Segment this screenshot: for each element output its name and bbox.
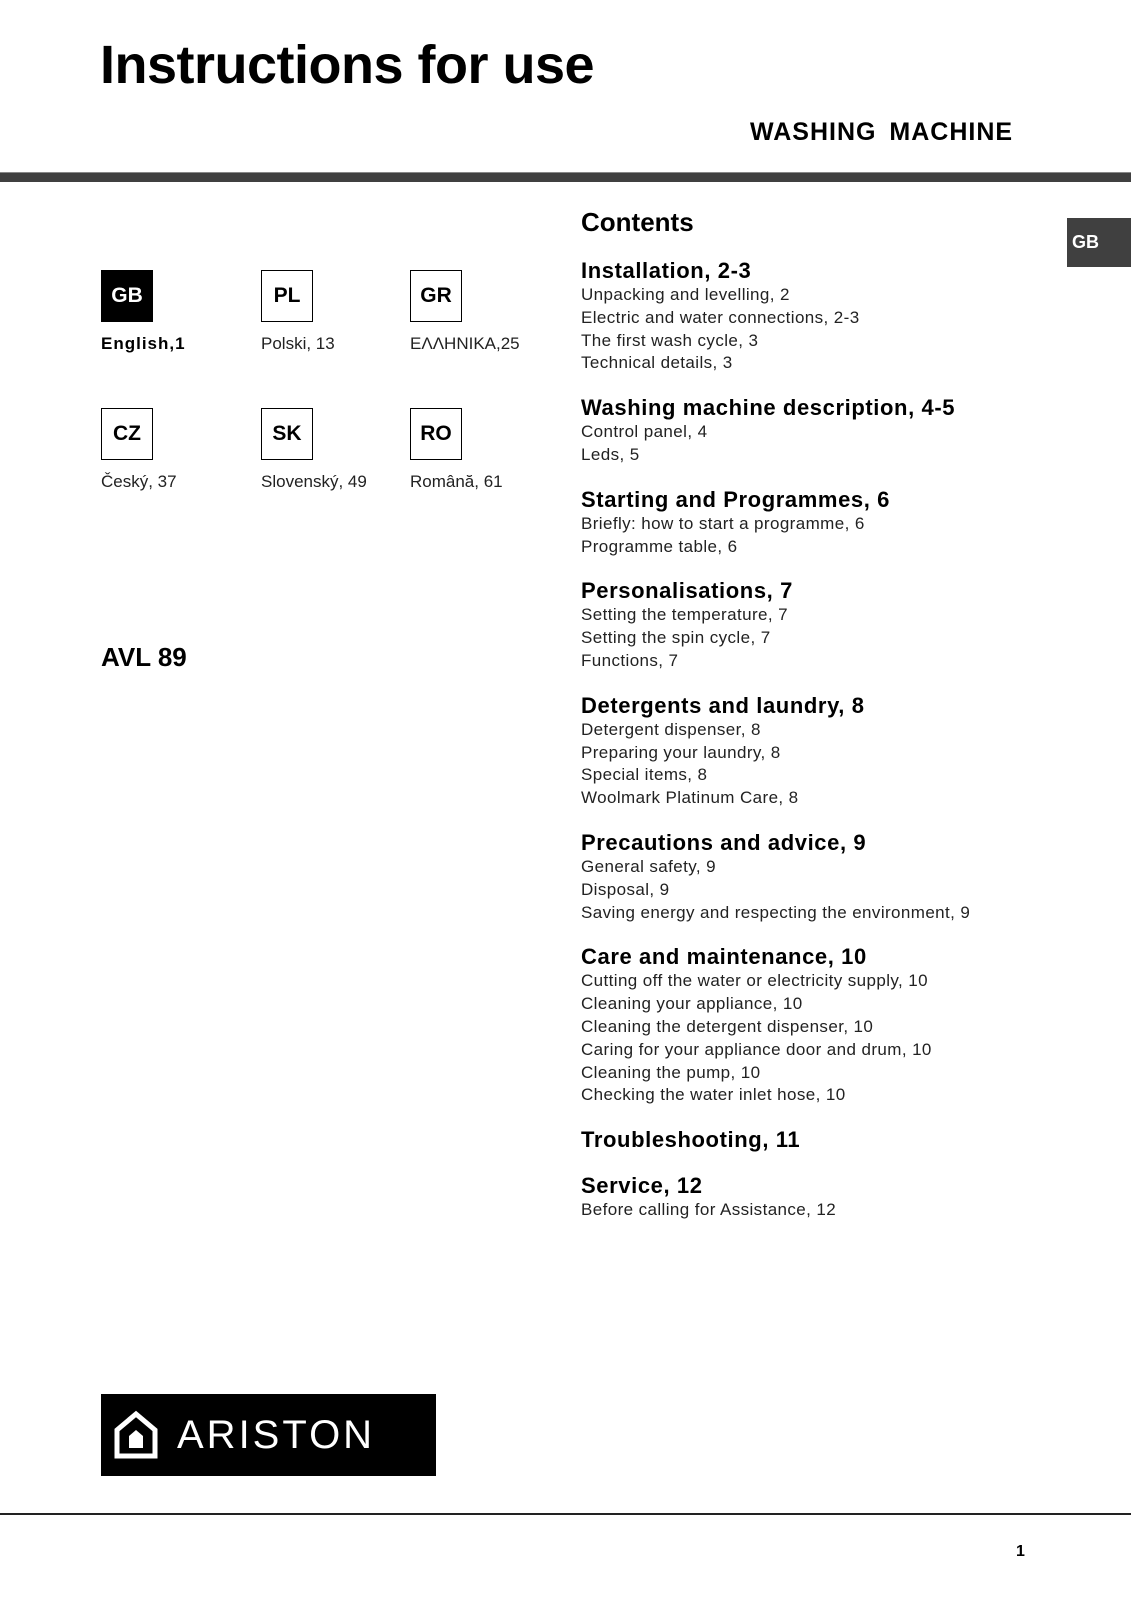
- toc-section-heading[interactable]: Installation, 2-3: [581, 258, 1041, 284]
- toc-item[interactable]: Cleaning the pump, 10: [581, 1062, 1041, 1085]
- language-pl[interactable]: PL Polski, 13: [261, 270, 401, 354]
- toc-section-heading[interactable]: Care and maintenance, 10: [581, 944, 1041, 970]
- model-number: AVL 89: [101, 642, 187, 672]
- toc-section-heading[interactable]: Troubleshooting, 11: [581, 1127, 1041, 1153]
- toc-item[interactable]: Saving energy and respecting the environ…: [581, 902, 1041, 925]
- toc-item[interactable]: Cleaning your appliance, 10: [581, 993, 1041, 1016]
- product-type: WASHING MACHINE: [750, 118, 1014, 146]
- footer-divider: [0, 1513, 1131, 1515]
- toc-item[interactable]: The first wash cycle, 3: [581, 330, 1041, 353]
- toc-section-heading[interactable]: Starting and Programmes, 6: [581, 487, 1041, 513]
- toc-item[interactable]: Briefly: how to start a programme, 6: [581, 513, 1041, 536]
- toc-item[interactable]: Unpacking and levelling, 2: [581, 284, 1041, 307]
- toc-item[interactable]: Before calling for Assistance, 12: [581, 1199, 1041, 1222]
- toc-item[interactable]: Control panel, 4: [581, 421, 1041, 444]
- toc-section: Precautions and advice, 9 General safety,…: [581, 830, 1041, 924]
- language-sk[interactable]: SK Slovenský, 49: [261, 408, 401, 492]
- toc-item[interactable]: Special items, 8: [581, 764, 1041, 787]
- toc-section: Troubleshooting, 11: [581, 1127, 1041, 1153]
- language-label: Český, 37: [101, 472, 177, 491]
- toc-section-heading[interactable]: Service, 12: [581, 1173, 1041, 1199]
- language-label: English,1: [101, 334, 186, 353]
- language-code-box[interactable]: SK: [261, 408, 313, 460]
- language-code-box[interactable]: CZ: [101, 408, 153, 460]
- toc-item[interactable]: Preparing your laundry, 8: [581, 742, 1041, 765]
- toc-section: Installation, 2-3 Unpacking and levelling…: [581, 258, 1041, 375]
- toc-item[interactable]: Woolmark Platinum Care, 8: [581, 787, 1041, 810]
- toc-section-heading[interactable]: Precautions and advice, 9: [581, 830, 1041, 856]
- table-of-contents: Installation, 2-3 Unpacking and levelling…: [581, 258, 1041, 1242]
- language-ro[interactable]: RO Română, 61: [410, 408, 550, 492]
- language-label: Slovenský, 49: [261, 472, 367, 491]
- toc-section: Detergents and laundry, 8 Detergent dispe…: [581, 693, 1041, 810]
- toc-item[interactable]: Technical details, 3: [581, 352, 1041, 375]
- toc-section: Washing machine description, 4-5 Control …: [581, 395, 1041, 467]
- toc-item[interactable]: Detergent dispenser, 8: [581, 719, 1041, 742]
- language-side-tab: GB: [1067, 218, 1131, 267]
- toc-section: Care and maintenance, 10 Cutting off the …: [581, 944, 1041, 1107]
- toc-item[interactable]: Setting the spin cycle, 7: [581, 627, 1041, 650]
- toc-item[interactable]: Leds, 5: [581, 444, 1041, 467]
- toc-item[interactable]: Cleaning the detergent dispenser, 10: [581, 1016, 1041, 1039]
- language-code-box[interactable]: GR: [410, 270, 462, 322]
- toc-item[interactable]: Disposal, 9: [581, 879, 1041, 902]
- document-title: Instructions for use: [100, 35, 595, 95]
- toc-section-heading[interactable]: Personalisations, 7: [581, 578, 1041, 604]
- toc-item[interactable]: Functions, 7: [581, 650, 1041, 673]
- header-divider: [0, 172, 1131, 182]
- toc-item[interactable]: Cutting off the water or electricity sup…: [581, 970, 1041, 993]
- language-gb[interactable]: GB English,1: [101, 270, 241, 354]
- language-code-box[interactable]: RO: [410, 408, 462, 460]
- toc-section-heading[interactable]: Washing machine description, 4-5: [581, 395, 1041, 421]
- language-label: Română, 61: [410, 472, 503, 491]
- toc-item[interactable]: Setting the temperature, 7: [581, 604, 1041, 627]
- house-icon: [114, 1410, 158, 1459]
- language-label: Polski, 13: [261, 334, 335, 353]
- language-code-box[interactable]: GB: [101, 270, 153, 322]
- toc-item[interactable]: Electric and water connections, 2-3: [581, 307, 1041, 330]
- brand-name: ARISTON: [177, 1412, 376, 1457]
- contents-title: Contents: [581, 207, 694, 237]
- toc-item[interactable]: Checking the water inlet hose, 10: [581, 1084, 1041, 1107]
- ariston-logo: ARISTON: [101, 1394, 436, 1476]
- toc-item[interactable]: Programme table, 6: [581, 536, 1041, 559]
- toc-section: Personalisations, 7 Setting the temperatu…: [581, 578, 1041, 672]
- toc-section: Starting and Programmes, 6 Briefly: how t…: [581, 487, 1041, 559]
- toc-item[interactable]: Caring for your appliance door and drum,…: [581, 1039, 1041, 1062]
- language-code-box[interactable]: PL: [261, 270, 313, 322]
- page-number: 1: [1016, 1543, 1025, 1560]
- language-gr[interactable]: GR ΕΛΛΗΝΙΚΑ,25: [410, 270, 550, 354]
- toc-section: Service, 12 Before calling for Assistance…: [581, 1173, 1041, 1222]
- toc-item[interactable]: General safety, 9: [581, 856, 1041, 879]
- toc-section-heading[interactable]: Detergents and laundry, 8: [581, 693, 1041, 719]
- language-cz[interactable]: CZ Český, 37: [101, 408, 241, 492]
- language-label: ΕΛΛΗΝΙΚΑ,25: [410, 334, 520, 353]
